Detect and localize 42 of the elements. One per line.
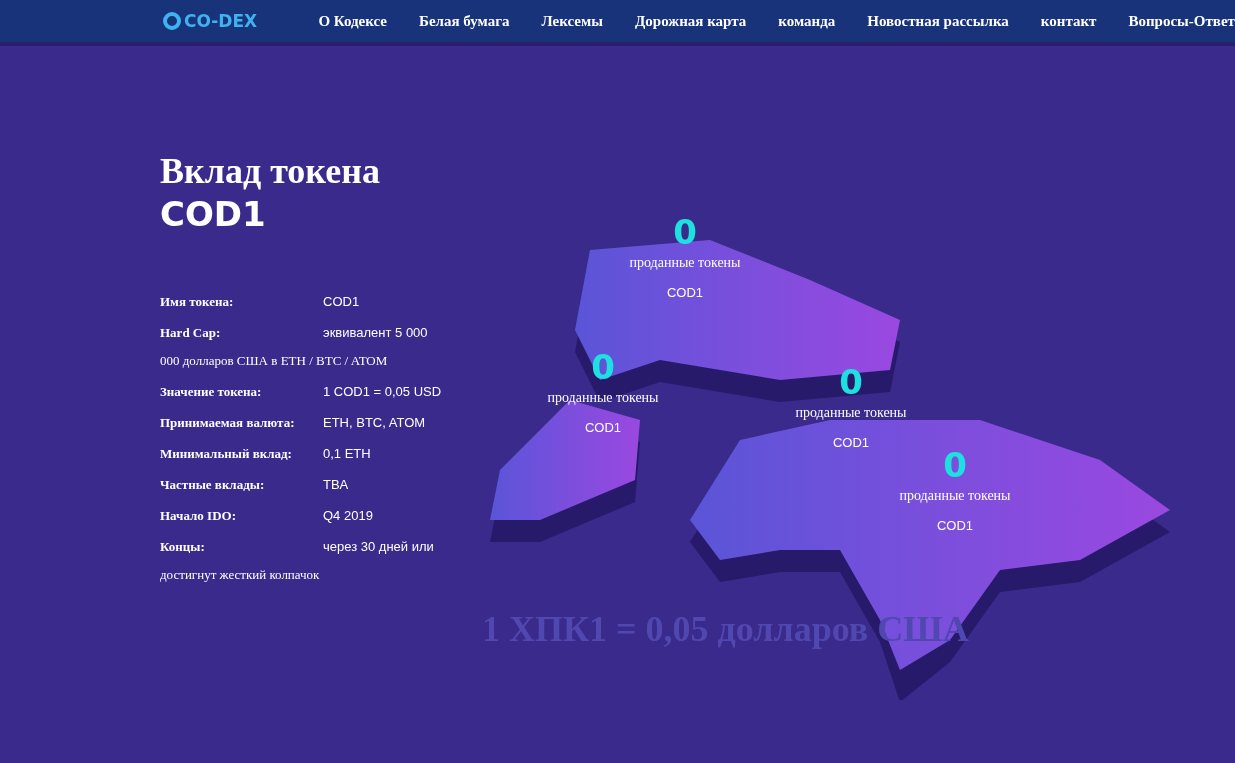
detail-label: Начало IDO:: [160, 508, 237, 524]
nav-link[interactable]: контакт: [1040, 12, 1097, 30]
token-label: COD1: [666, 285, 704, 300]
detail-value: ETH, BTC, ATOM: [323, 415, 427, 431]
nav-link[interactable]: команда: [778, 12, 836, 30]
sold-tokens-label: проданные токены: [899, 488, 1011, 504]
nav-link[interactable]: Вопросы-Ответ: [1128, 12, 1235, 30]
token-name: COD1: [160, 194, 267, 234]
nav-link[interactable]: Новостная рассылка: [867, 12, 1009, 30]
detail-label: Имя токена:: [160, 294, 235, 310]
sold-count: 0: [673, 215, 697, 249]
nav-link[interactable]: Белая бумага: [419, 12, 510, 30]
sold-tokens-label: проданные токены: [629, 255, 741, 271]
detail-label: Принимаемая валюта:: [160, 415, 296, 431]
detail-label: Hard Cap:: [160, 325, 222, 341]
detail-value: TBA: [323, 477, 350, 493]
nav-link[interactable]: Лексемы: [541, 12, 603, 30]
logo[interactable]: CO-DEX: [162, 11, 302, 31]
detail-label: Значение токена:: [160, 384, 263, 400]
detail-value: 000 долларов США в ETH / BTC / ATOM: [160, 353, 389, 369]
sold-tokens-label: проданные токены: [547, 390, 659, 406]
sold-count: 0: [591, 350, 615, 384]
detail-label: Минимальный вклад:: [160, 446, 293, 462]
sold-count: 0: [943, 448, 967, 482]
token-label: COD1: [584, 420, 622, 435]
sold-tokens-label: проданные токены: [795, 405, 907, 421]
token-label: COD1: [936, 518, 974, 533]
token-label: COD1: [832, 435, 870, 450]
detail-value: 0,1 ETH: [323, 446, 372, 462]
detail-value: эквивалент 5 000: [323, 325, 429, 341]
detail-value: Q4 2019: [323, 508, 374, 524]
detail-value: COD1: [323, 294, 361, 310]
detail-label: Концы:: [160, 539, 206, 555]
section-title: Вклад токена: [160, 150, 381, 192]
detail-value: 1 COD1 = 0,05 USD: [323, 384, 443, 400]
nav-link[interactable]: Дорожная карта: [634, 12, 747, 30]
detail-value: через 30 дней или: [323, 539, 435, 555]
sold-count: 0: [839, 365, 863, 399]
detail-value: достигнут жесткий колпачок: [160, 567, 321, 583]
nav-link[interactable]: О Кодексе: [318, 12, 387, 30]
detail-label: Частные вклады:: [160, 477, 266, 493]
logo-icon: [162, 11, 182, 31]
